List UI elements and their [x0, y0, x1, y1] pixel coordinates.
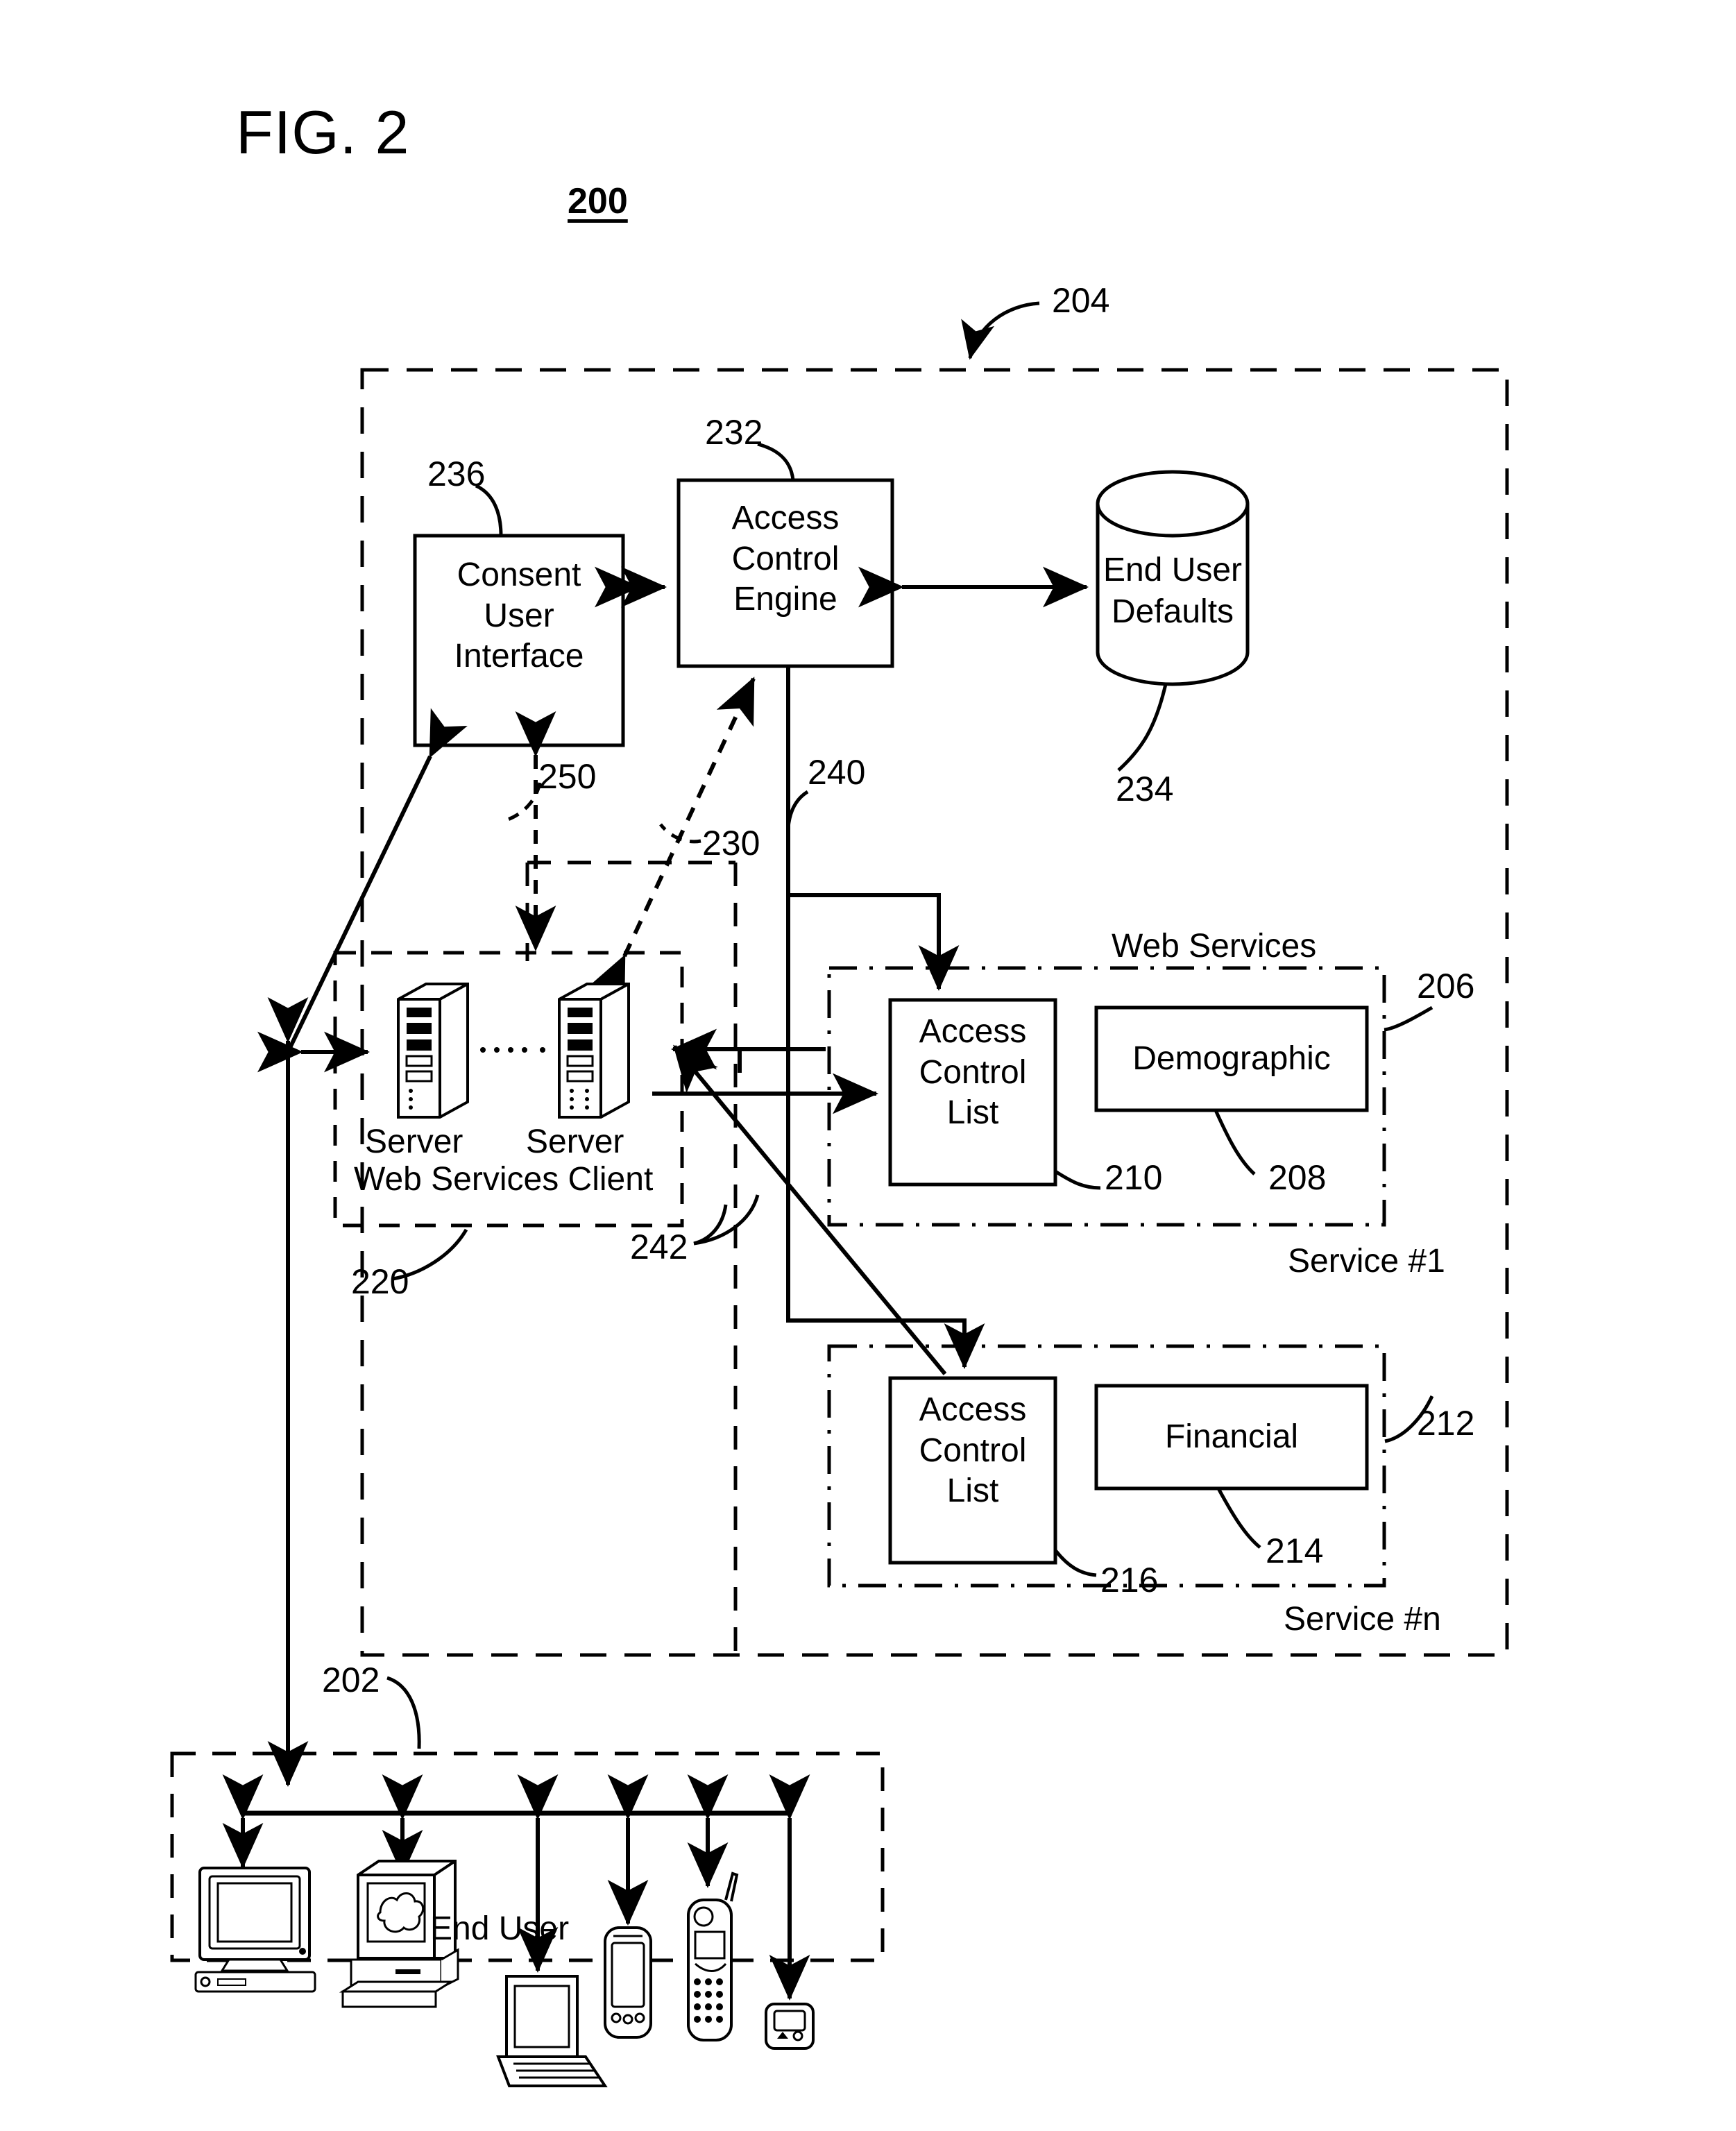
leader-216 [1054, 1549, 1097, 1577]
web-services-group-label: Web Services [1112, 928, 1317, 965]
ref-208: 208 [1268, 1158, 1327, 1197]
leader-242a [693, 1204, 728, 1246]
server-right-label: Server [526, 1123, 624, 1160]
pda-icon [604, 1926, 652, 2039]
leader-240 [786, 790, 809, 829]
acl-service-n-label: Access Control List [919, 1391, 1027, 1510]
figure-canvas: FIG. 2 200 Consent User Interface Access… [0, 0, 1736, 2131]
ref-204: 204 [1052, 281, 1110, 320]
ref-220: 220 [351, 1262, 409, 1301]
leader-242b [693, 1194, 760, 1246]
leader-208 [1214, 1109, 1256, 1175]
leader-214 [1216, 1487, 1261, 1549]
server-ellipsis-dots [480, 1047, 545, 1053]
web-services-client-group-label: Web Services Client [354, 1161, 654, 1198]
conn-engine-to-acl1 [788, 893, 960, 991]
leader-210 [1054, 1169, 1101, 1190]
ref-216: 216 [1100, 1561, 1159, 1599]
mobile-phone-icon [687, 1871, 739, 2041]
ref-236: 236 [427, 455, 486, 493]
financial-label: Financial [1164, 1418, 1299, 1455]
ref-202: 202 [322, 1661, 380, 1699]
ref-250: 250 [538, 757, 597, 796]
end-user-group-label: End User [430, 1910, 570, 1947]
pager-icon [765, 2003, 815, 2050]
ref-232: 232 [705, 413, 763, 452]
server-icon-right [558, 983, 630, 1119]
consent-user-interface-label: Consent User Interface [454, 557, 584, 675]
end-user-defaults-label: End User Defaults [1103, 552, 1243, 630]
ref-230: 230 [702, 824, 760, 863]
ref-242: 242 [630, 1228, 688, 1266]
desktop-computer-icon [194, 1867, 316, 1993]
ref-240: 240 [808, 753, 866, 792]
leader-234 [1117, 684, 1168, 772]
ref-206: 206 [1417, 967, 1475, 1005]
leader-206 [1384, 1005, 1433, 1032]
ref-212: 212 [1417, 1404, 1475, 1443]
service-1-group-label: Service #1 [1288, 1243, 1445, 1280]
ref-234: 234 [1116, 770, 1174, 808]
server-left-label: Server [365, 1123, 463, 1160]
access-control-engine-label: Access Control Engine [731, 500, 840, 618]
service-n-group-label: Service #n [1284, 1601, 1441, 1638]
leader-204 [961, 301, 1040, 360]
ref-214: 214 [1266, 1531, 1324, 1570]
leader-232 [757, 442, 795, 481]
acl-service-1-label: Access Control List [919, 1013, 1027, 1132]
demographic-label: Demographic [1132, 1040, 1331, 1077]
leader-202 [386, 1676, 421, 1749]
diagram-vector-layer [170, 301, 1509, 2087]
server-icon-left [397, 983, 469, 1119]
ref-210: 210 [1105, 1158, 1163, 1197]
laptop-computer-icon [496, 1975, 608, 2087]
